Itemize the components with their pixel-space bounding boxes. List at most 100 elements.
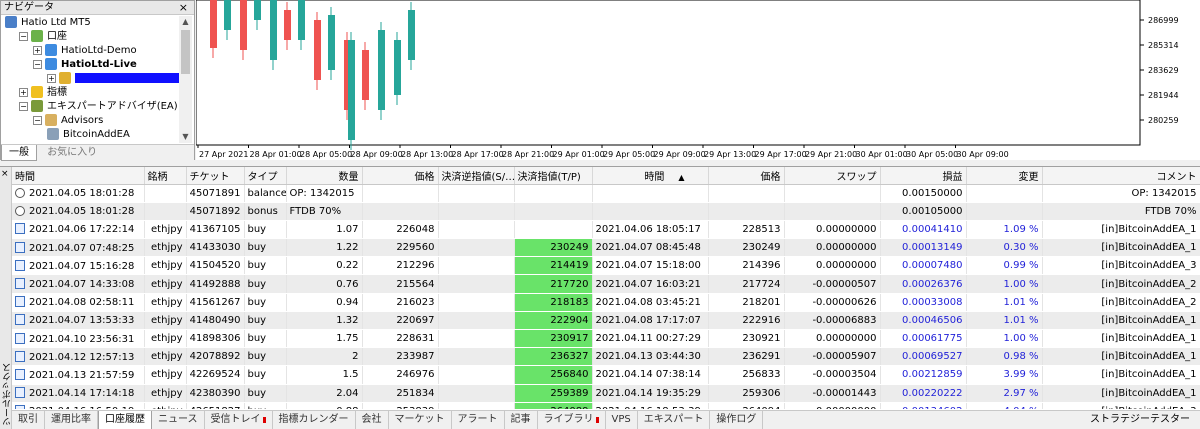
- expand-icon[interactable]: +: [47, 73, 56, 83]
- tab-7[interactable]: マーケット: [389, 411, 452, 429]
- table-row[interactable]: 2021.04.12 12:57:13 ethjpy 42078892 buy 2 233…: [12, 347, 1200, 367]
- deal-icon: [15, 314, 25, 326]
- column-header[interactable]: スワップ: [784, 167, 881, 185]
- table-row[interactable]: 2021.04.06 17:22:14 ethjpy 41367105 buy 1.07…: [12, 220, 1200, 240]
- collapse-icon[interactable]: −: [33, 59, 42, 69]
- tab-13[interactable]: 操作ログ: [710, 411, 764, 429]
- deal-icon: [15, 387, 25, 399]
- time-label: 28 Apr 17:00: [452, 150, 504, 159]
- cell-symbol: ethjpy: [144, 311, 187, 331]
- column-header[interactable]: チケット: [186, 167, 245, 185]
- cell-text: [in]BitcoinAddEA_1: [1101, 369, 1197, 381]
- column-header-label: タイプ: [247, 171, 278, 183]
- table-row[interactable]: 2021.04.05 18:01:28 45071892 bonus FTDB 70%…: [12, 202, 1200, 221]
- collapse-icon[interactable]: −: [19, 31, 28, 41]
- tab-6[interactable]: 会社: [356, 411, 389, 429]
- cell-ticket: 41504520: [186, 256, 245, 276]
- cell-swap: -0.00000507: [784, 274, 881, 294]
- tree-item[interactable]: + 指標: [19, 86, 67, 100]
- tree-item[interactable]: − エキスパートアドバイザ(EA): [19, 100, 178, 114]
- column-header[interactable]: 銘柄: [144, 167, 187, 185]
- column-header[interactable]: 数量: [286, 167, 363, 185]
- plot-area[interactable]: [196, 0, 1141, 146]
- toolbox-close-icon[interactable]: ×: [1, 169, 9, 179]
- cell-open-time: 2021.04.07 14:33:08: [12, 274, 145, 294]
- cell-text: 216023: [396, 296, 435, 308]
- tree-item[interactable]: − HatioLtd-Live: [33, 58, 137, 72]
- table-row[interactable]: 2021.04.07 14:33:08 ethjpy 41492888 buy 0.76…: [12, 274, 1200, 294]
- tab-favorites[interactable]: お気に入り: [40, 145, 104, 160]
- table-row[interactable]: 2021.04.14 17:14:18 ethjpy 42380390 buy 2.04…: [12, 384, 1200, 403]
- tree-item[interactable]: + HatioLtd-Demo: [33, 44, 137, 58]
- column-header[interactable]: 価格: [362, 167, 439, 185]
- tab-9[interactable]: 記事: [505, 411, 538, 429]
- tree-item[interactable]: +: [47, 72, 181, 86]
- scroll-down-icon[interactable]: ▼: [179, 131, 192, 143]
- cell-text: 0.00033008: [902, 296, 963, 308]
- cell-text: 215564: [396, 278, 435, 290]
- navigator-scrollbar[interactable]: ▲ ▼: [179, 16, 192, 143]
- column-header-label: スワップ: [836, 171, 877, 183]
- column-header[interactable]: タイプ: [244, 167, 287, 185]
- table-row[interactable]: 2021.04.16 16:50:19 ethjpy 42651827 buy 0.88…: [12, 402, 1200, 409]
- column-header[interactable]: 損益: [880, 167, 967, 185]
- tab-5[interactable]: 指標カレンダー: [273, 411, 356, 429]
- tab-0[interactable]: 取引: [12, 411, 45, 429]
- table-row[interactable]: 2021.04.07 07:48:25 ethjpy 41433030 buy 1.22…: [12, 238, 1200, 258]
- cell-open-time: 2021.04.07 13:53:33: [12, 311, 145, 331]
- cell-ticket: 42651827: [186, 402, 245, 409]
- collapse-icon[interactable]: −: [19, 101, 28, 111]
- table-row[interactable]: 2021.04.07 13:53:33 ethjpy 41480490 buy 1.32…: [12, 311, 1200, 331]
- table-row[interactable]: 2021.04.08 02:58:11 ethjpy 41561267 buy 0.94…: [12, 293, 1200, 312]
- table-row[interactable]: 2021.04.07 15:16:28 ethjpy 41504520 buy 0.22…: [12, 256, 1200, 276]
- tab-3[interactable]: ニュース: [152, 411, 205, 429]
- table-row[interactable]: 2021.04.13 21:57:59 ethjpy 42269524 buy 1.5 2…: [12, 365, 1200, 385]
- tab-2[interactable]: 口座履歴: [98, 411, 152, 429]
- tab-10[interactable]: ライブラリ: [538, 411, 606, 429]
- strategy-tester-tab[interactable]: ストラテジーテスター: [1090, 411, 1190, 429]
- tab-4[interactable]: 受信トレイ: [205, 411, 273, 429]
- tab-8[interactable]: アラート: [452, 411, 505, 429]
- tab-general[interactable]: 一般: [1, 145, 37, 161]
- expand-icon[interactable]: +: [19, 87, 28, 97]
- scroll-up-icon[interactable]: ▲: [179, 16, 192, 28]
- cell-text: buy: [247, 242, 267, 254]
- price-chart[interactable]: 286999 285314 283629 281944 280259 27 Apr 202…: [196, 0, 1200, 160]
- tab-label: 指標カレンダー: [278, 414, 349, 425]
- column-header[interactable]: コメント: [1042, 167, 1200, 185]
- candle-body: [270, 0, 277, 60]
- column-header[interactable]: 時間: [12, 167, 145, 185]
- table-row[interactable]: 2021.04.05 18:01:28 45071891 balance OP: 13…: [12, 184, 1200, 203]
- column-header-label: 価格: [760, 171, 781, 183]
- cell-close-time: 2021.04.07 15:18:00: [592, 256, 709, 276]
- column-header[interactable]: 決済逆指値(S/…: [438, 167, 515, 185]
- cell-profit: 0.00061775: [880, 329, 967, 349]
- tree-item[interactable]: Hatio Ltd MT5: [5, 16, 91, 30]
- tree-item[interactable]: BitcoinAddEA: [47, 128, 130, 142]
- cell-price: [362, 202, 439, 221]
- cell-swap: -0.00005907: [784, 347, 881, 367]
- table-row[interactable]: 2021.04.10 23:56:31 ethjpy 41898306 buy 1.75…: [12, 329, 1200, 349]
- column-header[interactable]: 価格: [708, 167, 785, 185]
- cell-text: 218183: [550, 296, 589, 308]
- tab-12[interactable]: エキスパート: [638, 411, 711, 429]
- chart-canvas[interactable]: 286999 285314 283629 281944 280259 27 Apr 202…: [196, 0, 1200, 160]
- expand-icon[interactable]: +: [33, 45, 42, 55]
- tab-11[interactable]: VPS: [606, 411, 638, 429]
- tree-item[interactable]: − 口座: [19, 30, 67, 44]
- scroll-thumb[interactable]: [181, 30, 190, 74]
- tab-1[interactable]: 運用比率: [45, 411, 98, 429]
- navigator-close-icon[interactable]: ×: [179, 1, 188, 14]
- cell-ticket: 42078892: [186, 347, 245, 367]
- cell-text: 1.5: [342, 369, 359, 381]
- column-header[interactable]: 変更: [966, 167, 1043, 185]
- cell-tp: 230917: [514, 329, 593, 349]
- cell-close-price: [708, 202, 785, 221]
- column-header[interactable]: 決済指値(T/P): [514, 167, 593, 185]
- tree-item[interactable]: − Advisors: [33, 114, 103, 128]
- cell-text: 212296: [396, 260, 435, 272]
- collapse-icon[interactable]: −: [33, 115, 42, 125]
- column-header[interactable]: 時間 ▲: [592, 167, 709, 185]
- cell-profit: 0.00105000: [880, 202, 967, 221]
- cell-text: 41898306: [189, 333, 241, 345]
